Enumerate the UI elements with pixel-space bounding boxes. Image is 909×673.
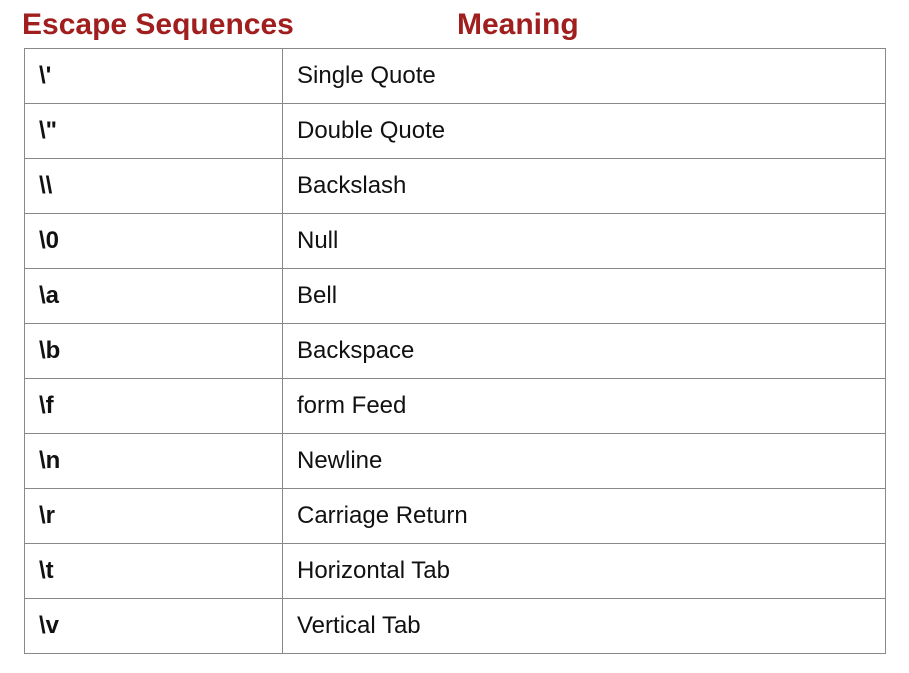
cell-sequence: \a xyxy=(25,269,283,324)
cell-sequence: \r xyxy=(25,489,283,544)
table-row: \t Horizontal Tab xyxy=(25,544,886,599)
cell-sequence: \n xyxy=(25,434,283,489)
cell-sequence: \v xyxy=(25,599,283,654)
cell-sequence: \f xyxy=(25,379,283,434)
cell-meaning: Double Quote xyxy=(283,104,886,159)
table-row: \r Carriage Return xyxy=(25,489,886,544)
cell-meaning: Horizontal Tab xyxy=(283,544,886,599)
headers-row: Escape Sequences Meaning xyxy=(20,8,889,42)
header-escape-sequences: Escape Sequences xyxy=(22,8,457,42)
table-row: \n Newline xyxy=(25,434,886,489)
table-row: \' Single Quote xyxy=(25,49,886,104)
cell-meaning: Newline xyxy=(283,434,886,489)
cell-sequence: \" xyxy=(25,104,283,159)
cell-sequence: \t xyxy=(25,544,283,599)
table-row: \f form Feed xyxy=(25,379,886,434)
cell-meaning: form Feed xyxy=(283,379,886,434)
table-row: \\ Backslash xyxy=(25,159,886,214)
table-row: \b Backspace xyxy=(25,324,886,379)
cell-meaning: Null xyxy=(283,214,886,269)
cell-meaning: Backspace xyxy=(283,324,886,379)
cell-meaning: Backslash xyxy=(283,159,886,214)
cell-sequence: \0 xyxy=(25,214,283,269)
escape-sequences-table: \' Single Quote \" Double Quote \\ Backs… xyxy=(24,48,886,654)
table-row: \v Vertical Tab xyxy=(25,599,886,654)
cell-sequence: \\ xyxy=(25,159,283,214)
cell-meaning: Single Quote xyxy=(283,49,886,104)
table-row: \" Double Quote xyxy=(25,104,886,159)
header-meaning: Meaning xyxy=(457,8,579,42)
table-row: \a Bell xyxy=(25,269,886,324)
cell-meaning: Carriage Return xyxy=(283,489,886,544)
cell-sequence: \' xyxy=(25,49,283,104)
cell-sequence: \b xyxy=(25,324,283,379)
table-row: \0 Null xyxy=(25,214,886,269)
cell-meaning: Vertical Tab xyxy=(283,599,886,654)
cell-meaning: Bell xyxy=(283,269,886,324)
